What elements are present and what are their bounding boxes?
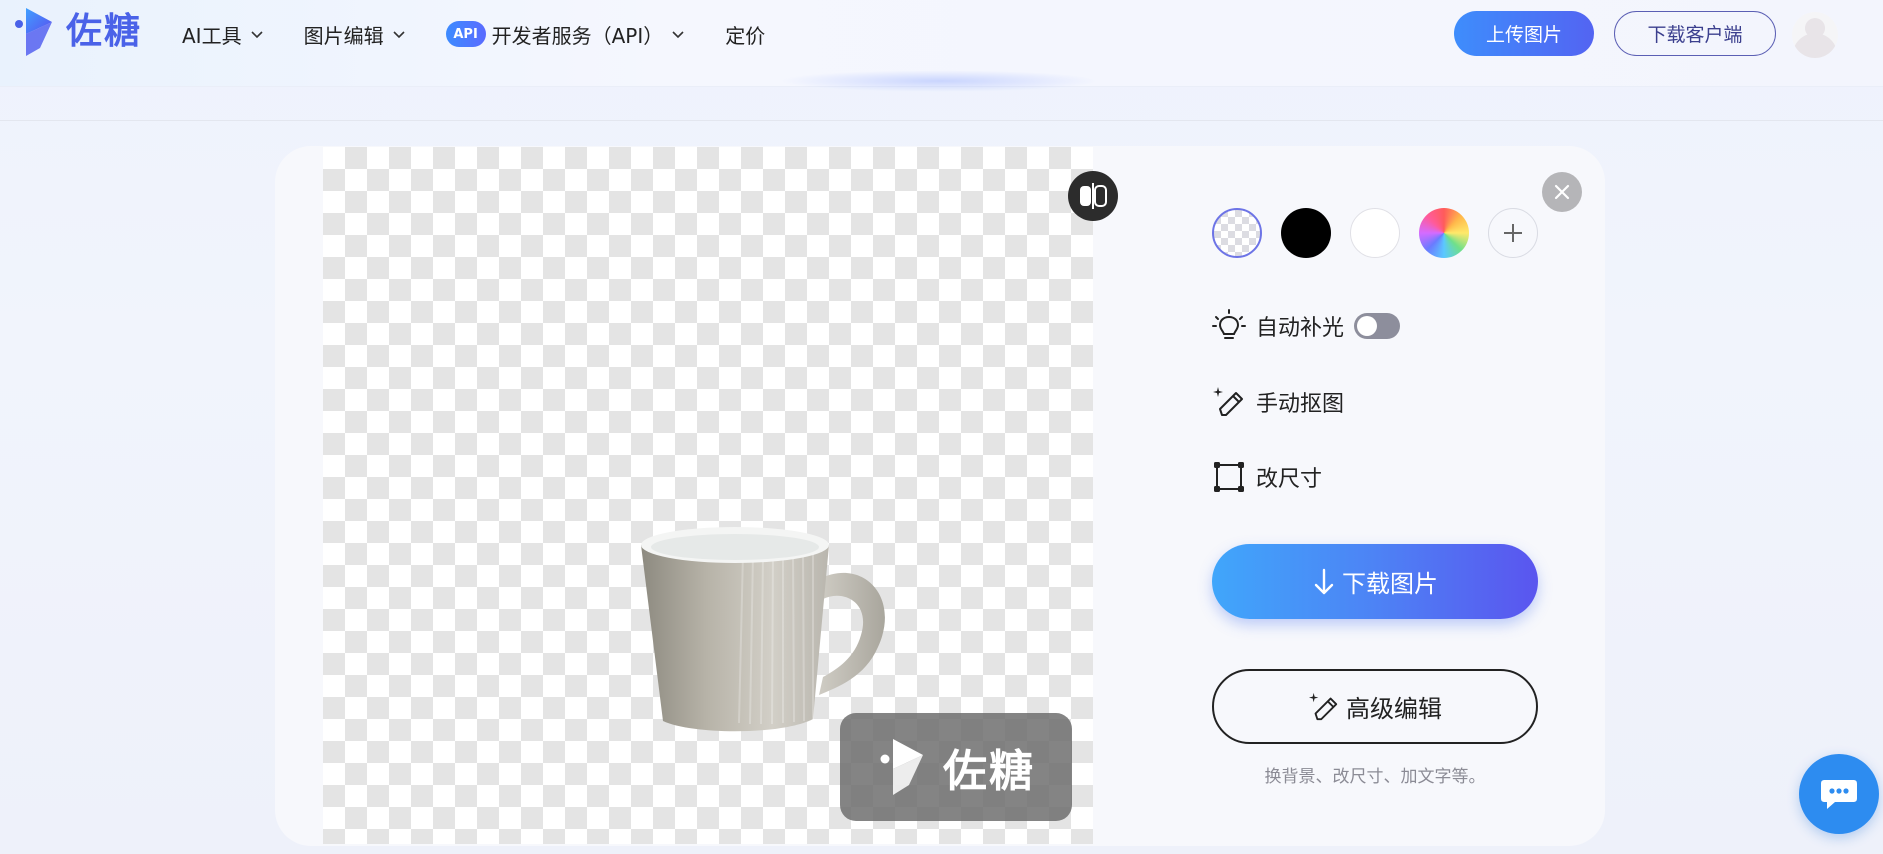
download-client-button[interactable]: 下载客户端: [1614, 11, 1776, 56]
manual-cutout-label: 手动抠图: [1256, 392, 1345, 417]
chevron-down-icon: [251, 31, 263, 39]
auto-light-toggle[interactable]: [1354, 313, 1401, 339]
magic-pen-icon: [1308, 692, 1338, 720]
chevron-down-icon: [672, 31, 684, 39]
nav-label: 开发者服务（API）: [491, 23, 664, 48]
brand-name: 佐糖: [66, 11, 143, 52]
close-icon: [1554, 184, 1570, 200]
auto-light-label: 自动补光: [1256, 316, 1345, 341]
swatch-white[interactable]: [1350, 208, 1400, 258]
plus-icon: [1504, 224, 1522, 242]
download-arrow-icon: [1314, 568, 1334, 594]
bulb-icon: [1212, 309, 1246, 339]
image-preview[interactable]: 佐糖: [323, 147, 1093, 844]
crop-frame-icon: [1214, 462, 1244, 492]
add-color-button[interactable]: [1488, 208, 1538, 258]
chat-support-button[interactable]: [1799, 754, 1879, 834]
resize-label: 改尺寸: [1256, 467, 1323, 492]
advanced-edit-button[interactable]: 高级编辑: [1212, 669, 1538, 744]
swatch-transparent[interactable]: [1212, 208, 1262, 258]
main-nav: AI工具 图片编辑 API 开发者服务（API） 定价: [182, 18, 765, 50]
logo-icon: [15, 8, 52, 56]
api-cloud-badge: API: [445, 21, 486, 47]
nav-developer-api[interactable]: API 开发者服务（API）: [445, 20, 686, 49]
nav-image-edit[interactable]: 图片编辑: [304, 20, 406, 49]
header-glow: [780, 70, 1100, 92]
compare-button[interactable]: [1068, 171, 1118, 221]
swatch-color-picker[interactable]: [1419, 208, 1469, 258]
nav-ai-tools[interactable]: AI工具: [182, 20, 264, 49]
nav-pricing[interactable]: 定价: [725, 20, 765, 49]
upload-image-button[interactable]: 上传图片: [1454, 11, 1594, 56]
nav-label: 图片编辑: [303, 23, 384, 48]
brand-logo[interactable]: 佐糖: [12, 4, 142, 60]
nav-label: 定价: [725, 23, 766, 48]
close-button[interactable]: [1542, 172, 1582, 212]
chevron-down-icon: [393, 31, 405, 39]
advanced-edit-label: 高级编辑: [1346, 695, 1442, 723]
advanced-edit-hint: 换背景、改尺寸、加文字等。: [1264, 767, 1486, 787]
option-resize[interactable]: 改尺寸: [1212, 457, 1322, 497]
download-label: 下载图片: [1342, 570, 1438, 598]
compare-icon: [1080, 183, 1107, 209]
background-swatches: [1212, 208, 1557, 258]
watermark-text: 佐糖: [943, 746, 1035, 797]
chat-bubble-icon: [1821, 780, 1857, 809]
swatch-black[interactable]: [1281, 208, 1331, 258]
avatar[interactable]: [1792, 12, 1838, 58]
watermark-logo-icon: [880, 739, 923, 795]
download-image-button[interactable]: 下载图片: [1212, 544, 1538, 619]
nav-label: AI工具: [182, 23, 242, 48]
option-manual-cutout[interactable]: 手动抠图: [1212, 382, 1344, 422]
divider: [0, 120, 1883, 121]
magic-pen-icon: [1213, 387, 1243, 416]
option-auto-light[interactable]: 自动补光: [1212, 306, 1401, 346]
watermark: 佐糖: [840, 713, 1072, 821]
